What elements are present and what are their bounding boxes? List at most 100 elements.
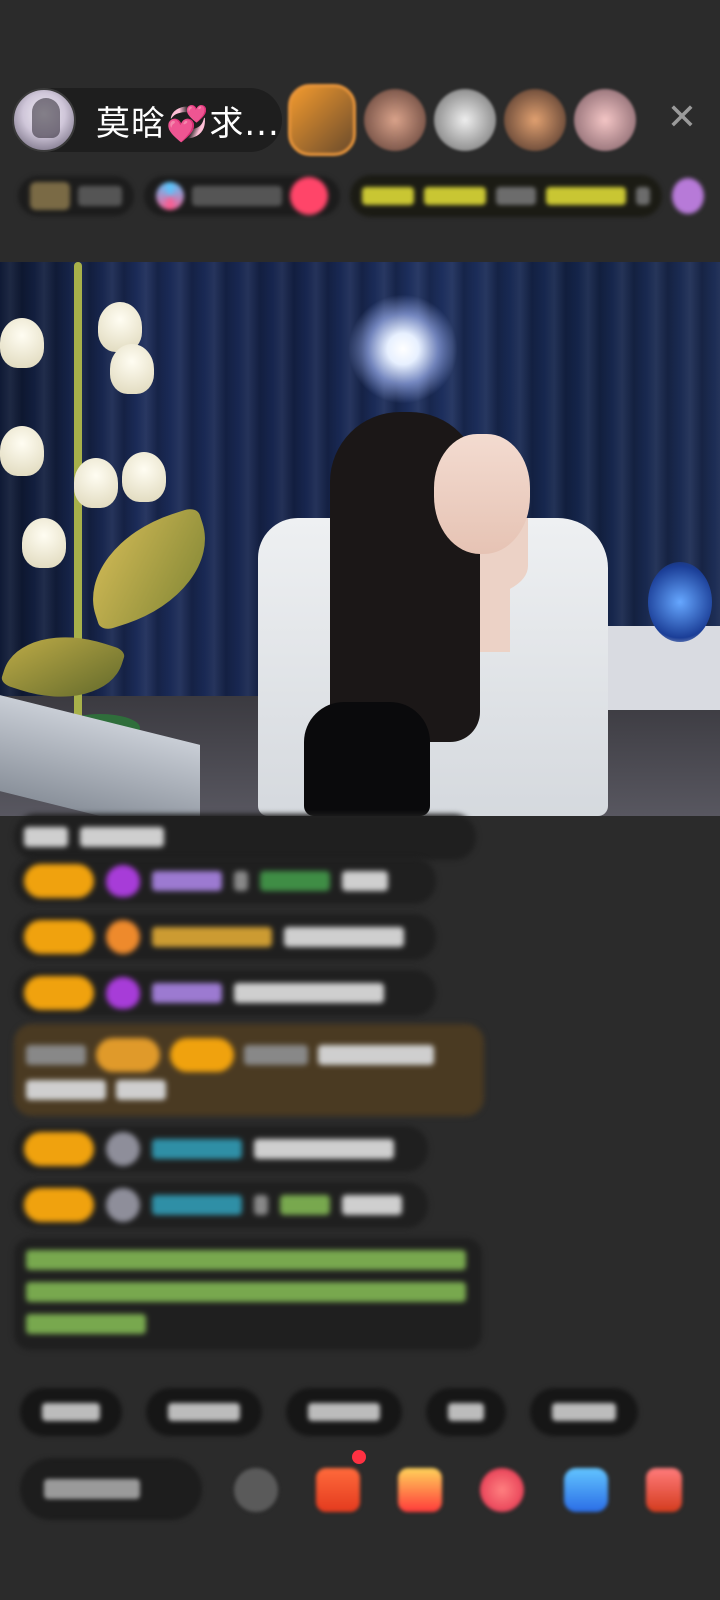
blue-light — [648, 562, 712, 642]
face — [434, 434, 530, 554]
highlighted-message-header — [26, 1038, 434, 1072]
user-avatar — [106, 920, 140, 954]
level-badge — [24, 864, 94, 898]
chat-text — [254, 1195, 268, 1215]
hourly-rank-badge[interactable] — [18, 176, 134, 216]
rank-text — [78, 186, 122, 206]
ring-light — [348, 294, 458, 404]
chat-text — [284, 927, 404, 947]
chat-text — [234, 871, 248, 891]
top-bar: 莫晗💞求... ✕ — [0, 84, 720, 156]
quick-reply-pill[interactable] — [146, 1388, 262, 1436]
host-info-pill[interactable]: 莫晗💞求... — [12, 88, 282, 152]
chat-text — [26, 1080, 106, 1100]
rank-icon — [30, 182, 70, 210]
viewer-avatar[interactable] — [288, 84, 356, 156]
lamp-bell — [122, 452, 166, 502]
user-avatar — [106, 1188, 140, 1222]
chat-message[interactable] — [14, 914, 436, 960]
chat-message[interactable] — [14, 814, 476, 860]
bottom-toolbar — [20, 1458, 720, 1522]
quick-reply-pill[interactable] — [426, 1388, 506, 1436]
event-text-1 — [362, 187, 414, 205]
system-notice-lines — [26, 1250, 470, 1334]
event-badge[interactable] — [350, 175, 662, 217]
chat-text — [342, 1195, 402, 1215]
chat-message[interactable] — [14, 1126, 428, 1172]
quick-reply-text — [42, 1403, 100, 1421]
popularity-text — [192, 186, 282, 206]
chat-input-placeholder — [44, 1479, 140, 1499]
popularity-icon — [156, 182, 184, 210]
live-video-stream[interactable] — [0, 262, 720, 816]
lamp-bell — [0, 318, 44, 368]
quick-reply-pill[interactable] — [20, 1388, 122, 1436]
quick-reply-pill[interactable] — [286, 1388, 402, 1436]
notification-dot — [352, 1450, 366, 1464]
lamp-bell — [22, 518, 66, 568]
top-viewers-list — [288, 84, 636, 156]
viewer-avatar[interactable] — [574, 89, 636, 151]
lamp-bell — [74, 458, 118, 508]
system-notice-text — [26, 1250, 466, 1270]
user-avatar — [106, 1132, 140, 1166]
system-notice-text — [26, 1314, 146, 1334]
chat-text — [234, 983, 384, 1003]
level-badge — [24, 1188, 94, 1222]
microphone — [304, 702, 430, 816]
level-badge — [170, 1038, 234, 1072]
host-avatar[interactable] — [12, 88, 76, 152]
viewer-avatar[interactable] — [504, 89, 566, 151]
chat-text — [26, 1045, 86, 1065]
event-text-4 — [546, 187, 626, 205]
game-controller-icon[interactable] — [564, 1468, 608, 1512]
chat-username — [152, 871, 222, 891]
gift-box-icon[interactable] — [316, 1468, 360, 1512]
event-text-2 — [424, 187, 486, 205]
chat-message[interactable] — [14, 1182, 428, 1228]
host-name: 莫晗💞求... — [96, 103, 280, 144]
quick-reply-text — [448, 1403, 484, 1421]
chat-text — [24, 827, 68, 847]
system-notice-text — [26, 1282, 466, 1302]
level-badge — [24, 920, 94, 954]
close-icon[interactable]: ✕ — [662, 98, 702, 138]
chat-username — [260, 871, 330, 891]
viewer-avatar[interactable] — [364, 89, 426, 151]
chat-username — [244, 1045, 308, 1065]
chat-username — [152, 927, 272, 947]
chat-username — [152, 1195, 242, 1215]
level-badge — [24, 1132, 94, 1166]
level-badge — [24, 976, 94, 1010]
chat-message[interactable] — [14, 858, 436, 904]
more-badge-icon[interactable] — [672, 178, 704, 214]
chat-text — [116, 1080, 166, 1100]
more-apps-icon[interactable] — [646, 1468, 682, 1512]
highlighted-message-body — [26, 1080, 166, 1100]
lamp-bell — [110, 344, 154, 394]
viewer-avatar[interactable] — [434, 89, 496, 151]
quick-reply-text — [552, 1403, 616, 1421]
fan-club-icon[interactable] — [480, 1468, 524, 1512]
chat-message[interactable] — [14, 970, 436, 1016]
red-packet-icon[interactable] — [398, 1468, 442, 1512]
quick-reply-pill[interactable] — [530, 1388, 638, 1436]
popularity-pink-icon — [290, 177, 328, 215]
lamp-bell — [0, 426, 44, 476]
event-text-5 — [636, 187, 650, 205]
quick-reply-text — [168, 1403, 240, 1421]
quick-reply-row — [20, 1388, 638, 1436]
fan-heart-badge — [106, 977, 140, 1009]
quick-reply-text — [308, 1403, 380, 1421]
event-text-3 — [496, 187, 536, 205]
fan-heart-badge — [106, 865, 140, 897]
chat-text — [318, 1045, 434, 1065]
chat-text — [80, 827, 164, 847]
chat-text — [342, 871, 388, 891]
chat-message-highlighted[interactable] — [14, 1024, 484, 1116]
popularity-badge[interactable] — [144, 176, 340, 216]
emoji-icon[interactable] — [234, 1468, 278, 1512]
chat-input[interactable] — [20, 1458, 202, 1520]
chat-text — [254, 1139, 394, 1159]
system-notice — [14, 1238, 482, 1350]
